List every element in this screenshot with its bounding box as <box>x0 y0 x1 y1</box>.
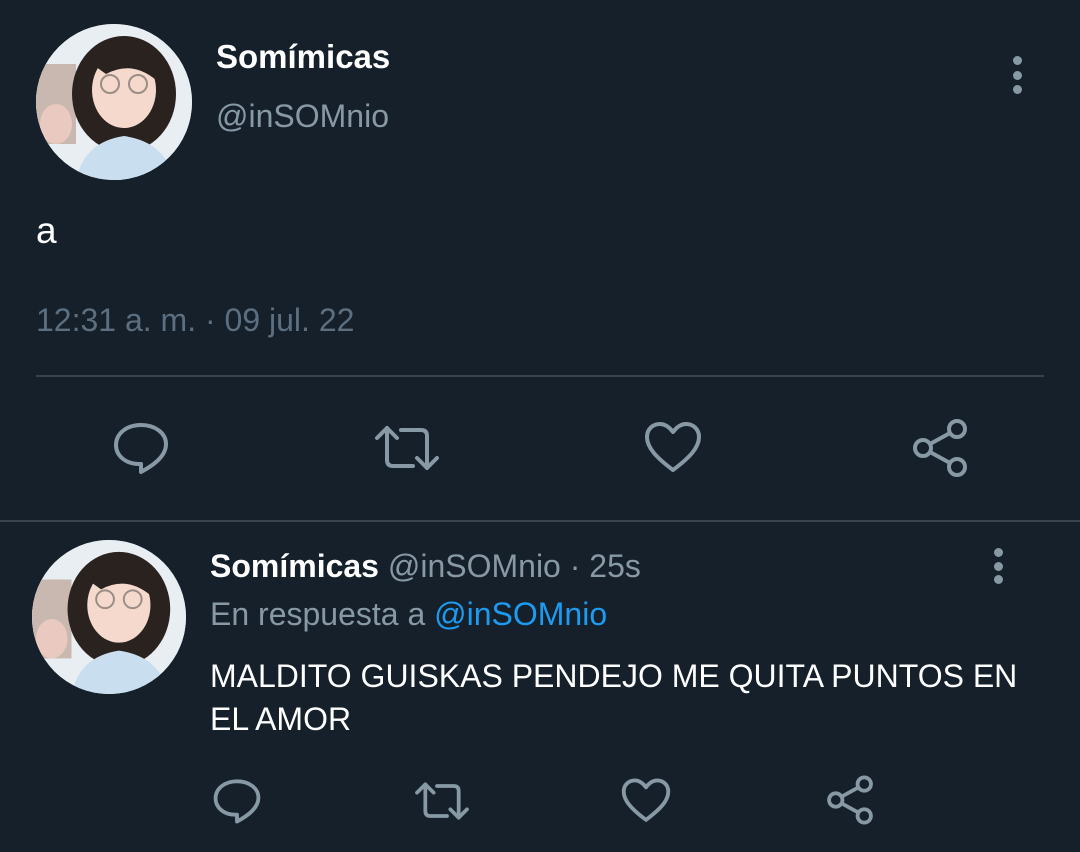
more-options-icon[interactable] <box>986 548 1010 584</box>
reply-author-avatar[interactable] <box>32 540 186 694</box>
reply-context: En respuesta a @inSOMnio <box>210 596 607 633</box>
like-icon[interactable] <box>618 776 674 826</box>
author-display-name[interactable]: Somímicas <box>216 38 390 76</box>
reply-icon[interactable] <box>210 776 264 826</box>
reply-icon[interactable] <box>108 418 174 478</box>
retweet-icon[interactable] <box>370 418 444 478</box>
share-icon[interactable] <box>822 774 878 826</box>
reply-to-label: En respuesta a <box>210 596 426 632</box>
tweet-timestamp[interactable]: 12:31 a. m. · 09 jul. 22 <box>36 302 354 339</box>
avatar-photo <box>32 540 186 694</box>
share-icon[interactable] <box>908 418 972 478</box>
author-avatar[interactable] <box>36 24 192 180</box>
avatar-photo <box>36 24 192 180</box>
divider <box>0 520 1080 522</box>
reply-header: Somímicas @inSOMnio · 25s <box>210 548 641 585</box>
divider <box>36 375 1044 377</box>
author-handle[interactable]: @inSOMnio <box>216 98 389 135</box>
reply-author-display-name[interactable]: Somímicas <box>210 548 379 584</box>
more-options-icon[interactable] <box>1004 56 1030 94</box>
reply-to-mention-link[interactable]: @inSOMnio <box>434 596 607 632</box>
retweet-icon[interactable] <box>410 776 474 826</box>
like-icon[interactable] <box>642 418 704 478</box>
tweet-text: a <box>36 210 57 251</box>
reply-tweet-text: MALDITO GUISKAS PENDEJO ME QUITA PUNTOS … <box>210 658 1018 737</box>
reply-author-meta[interactable]: @inSOMnio · 25s <box>388 548 641 584</box>
